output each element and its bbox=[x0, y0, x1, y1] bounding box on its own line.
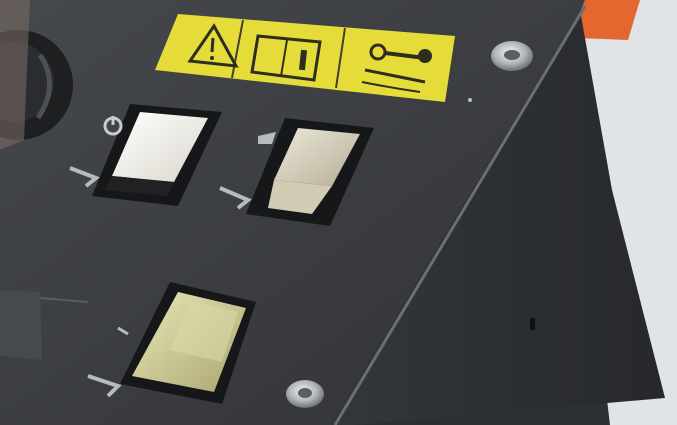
panel-hole bbox=[530, 318, 535, 330]
screw-bottom bbox=[286, 380, 324, 408]
control-panel-photo bbox=[0, 0, 677, 425]
left-bracket bbox=[0, 290, 42, 360]
panel-mark bbox=[468, 98, 472, 102]
panel-illustration bbox=[0, 0, 677, 425]
screw-top bbox=[491, 41, 533, 71]
